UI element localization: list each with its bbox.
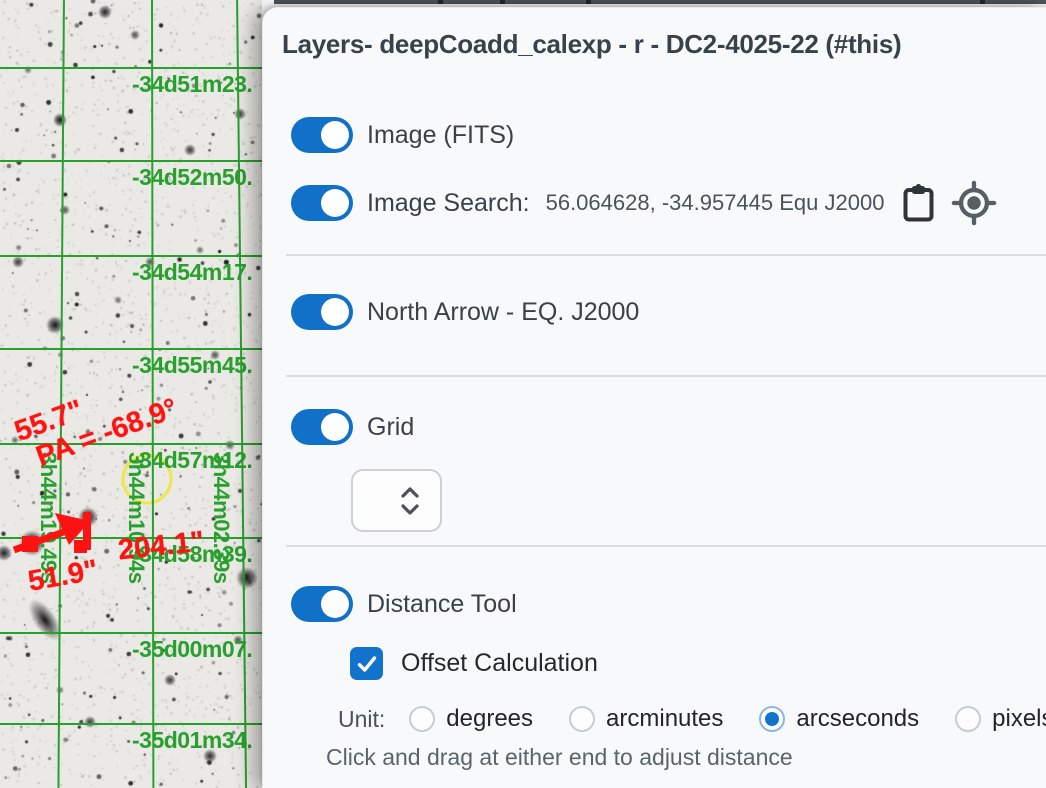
unit-radio-degrees[interactable]: degrees [409, 705, 533, 733]
grid-coordinate-select[interactable] [351, 469, 442, 532]
toggle-knob [321, 121, 349, 149]
unit-selector: Unit: degrees arcminutes arcseconds pixels [338, 705, 1046, 733]
toggle-grid[interactable] [291, 409, 353, 445]
toggle-distance-tool[interactable] [291, 586, 353, 622]
dialog-title: Layers- deepCoadd_calexp - r - DC2-4025-… [282, 29, 901, 60]
layers-dialog: Layers- deepCoadd_calexp - r - DC2-4025-… [262, 7, 1046, 788]
toggle-knob [321, 413, 349, 441]
radio-label: arcseconds [796, 705, 919, 733]
layer-label-image-fits: Image (FITS) [367, 121, 514, 150]
sky-image-viewport[interactable]: -34d51m23.-34d52m50.-34d54m17.-34d55m45.… [0, 0, 262, 788]
layer-label-grid: Grid [367, 413, 414, 442]
radio-label: degrees [446, 705, 533, 733]
section-divider [286, 375, 1046, 377]
unit-label: Unit: [338, 706, 385, 733]
toggle-knob [321, 189, 349, 217]
radio-circle[interactable] [569, 706, 595, 732]
offset-calculation-checkbox[interactable] [350, 647, 383, 680]
up-down-stepper-icon [401, 487, 419, 515]
toggle-knob [321, 590, 349, 618]
toggle-north-arrow[interactable] [291, 294, 353, 330]
distance-helper-text: Click and drag at either end to adjust d… [326, 744, 793, 771]
cropped-text-fragment [980, 0, 985, 4]
toggle-image-fits[interactable] [291, 117, 353, 153]
unit-radio-arcseconds[interactable]: arcseconds [759, 705, 919, 733]
layer-label-image-search: Image Search: [367, 189, 530, 218]
image-search-coordinates: 56.064628, -34.957445 Equ J2000 [546, 190, 885, 216]
radio-circle[interactable] [955, 706, 981, 732]
toggle-knob [321, 298, 349, 326]
app-window: -34d51m23.-34d52m50.-34d54m17.-34d55m45.… [0, 0, 1046, 788]
cropped-text-fragment [586, 0, 591, 4]
section-divider [286, 254, 1046, 256]
layer-label-distance-tool: Distance Tool [367, 590, 517, 619]
unit-radio-pixels[interactable]: pixels [955, 705, 1046, 733]
layer-label-north-arrow: North Arrow - EQ. J2000 [367, 298, 639, 327]
toggle-image-search[interactable] [291, 185, 353, 221]
radio-label: arcminutes [606, 705, 723, 733]
section-divider [286, 545, 1046, 547]
cropped-text-fragment [500, 0, 505, 4]
clipboard-icon[interactable] [902, 183, 935, 223]
checkmark-icon [355, 652, 379, 676]
offset-calculation-row: Offset Calculation [350, 647, 598, 680]
radio-label: pixels [992, 705, 1046, 733]
distance-tool-ruler[interactable] [0, 0, 262, 788]
cropped-background-strip [274, 0, 1046, 4]
radio-circle[interactable] [759, 706, 785, 732]
radio-circle[interactable] [409, 706, 435, 732]
cropped-text-fragment [438, 0, 443, 4]
ruler-handle-start[interactable] [22, 536, 38, 552]
center-on-target-icon[interactable] [951, 180, 997, 226]
offset-calculation-label: Offset Calculation [401, 649, 598, 678]
unit-radio-arcminutes[interactable]: arcminutes [569, 705, 723, 733]
ruler-handle-end[interactable] [74, 540, 87, 553]
